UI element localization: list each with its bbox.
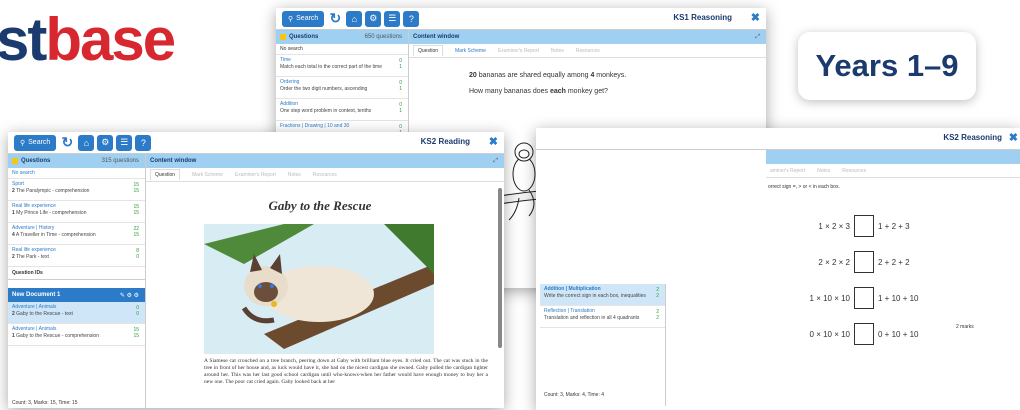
toolbar: ⚲ Search ↻ ⌂ ⚙ ☰ ? KS1 Reasoning ✖ (276, 8, 766, 30)
search-button[interactable]: ⚲ Search (282, 10, 325, 27)
close-icon[interactable]: ✖ (489, 135, 498, 148)
list-item[interactable]: Time Match each total to the correct part… (276, 55, 408, 77)
questions-header: Questions 315 questions (8, 154, 145, 168)
list-item[interactable]: Ordering Order the two digit numbers, asc… (276, 77, 408, 99)
list-item[interactable]: Real life experience 1 My Prince Life - c… (8, 201, 145, 223)
inequality-row: 0 × 10 × 10 0 + 10 + 10 (776, 316, 956, 352)
no-search-label: No search (8, 168, 145, 179)
questions-panel: Questions 315 questions No search Sport 2 … (8, 154, 146, 408)
document-footer: Count: 3, Marks: 4, Time: 4 (544, 392, 605, 398)
list-item[interactable]: Adventure | History 4 A Traveller in Time… (8, 223, 145, 245)
document-panel: Addition | Multiplication Write the corre… (540, 284, 666, 406)
search-icon: ⚲ (288, 15, 294, 23)
tab-resources[interactable]: Resources (313, 172, 337, 178)
folder-icon (280, 34, 286, 40)
home-icon[interactable]: ⌂ (346, 10, 363, 27)
search-button[interactable]: ⚲ Search (14, 134, 57, 151)
refresh-icon[interactable]: ↻ (327, 10, 343, 27)
tab-notes[interactable]: Notes (288, 172, 301, 178)
help-icon[interactable]: ? (135, 134, 152, 151)
instruction-text: orrect sign =, > or < in each box. (768, 184, 840, 190)
settings-icon[interactable]: ⚙ (365, 10, 382, 27)
content-header: Content window ⤢ (409, 30, 766, 44)
inequality-row: 2 × 2 × 22 + 2 + 2 (776, 244, 956, 280)
folder-icon (12, 158, 18, 164)
window-title: KS2 Reasoning (943, 133, 1002, 142)
marks-label: 2 marks (956, 324, 974, 330)
years-label: Years 1–9 (815, 48, 959, 83)
tab-mark-scheme[interactable]: Mark Scheme (192, 172, 223, 178)
inequalities-grid: 1 × 2 × 31 + 2 + 3 2 × 2 × 22 + 2 + 2 1 … (776, 208, 956, 352)
app-logo: stbase (0, 6, 176, 73)
story-text: A Siamese cat crouched on a tree branch,… (204, 358, 488, 385)
sign-input[interactable] (854, 287, 874, 309)
sign-input[interactable] (854, 323, 874, 345)
list-item[interactable]: Addition One step word problem in context… (276, 99, 408, 121)
document-header: New Document 1 ✎ ⚙ ⚙ (8, 288, 145, 302)
questions-header: Questions 650 questions (276, 30, 408, 44)
list-icon[interactable]: ☰ (116, 134, 133, 151)
document-footer: Count: 3, Marks: 15, Time: 15 (12, 400, 78, 406)
ks2-reasoning-window: KS2 Reasoning ✖ aminer's Report Notes Re… (536, 128, 1020, 410)
tab-examiners-report[interactable]: Examiner's Report (235, 172, 276, 178)
window-title: KS2 Reading (420, 137, 470, 146)
close-icon[interactable]: ✖ (751, 11, 760, 24)
tab-resources[interactable]: Resources (576, 48, 600, 54)
tab-examiners-report[interactable]: Examiner's Report (498, 48, 539, 54)
list-item[interactable]: Reflection | Translation Translation and … (540, 306, 665, 328)
help-icon[interactable]: ? (403, 10, 420, 27)
settings-icon[interactable]: ⚙ (97, 134, 114, 151)
ks2-reading-window: ⚲ Search ↻ ⌂ ⚙ ☰ ? KS2 Reading ✖ Question… (8, 132, 504, 408)
refresh-icon[interactable]: ↻ (59, 134, 75, 151)
tab-resources[interactable]: Resources (842, 168, 866, 174)
cat-illustration (204, 224, 434, 354)
list-item[interactable]: Addition | Multiplication Write the corre… (540, 284, 665, 306)
story-title: Gaby to the Rescue (268, 198, 372, 213)
inequality-row: 1 × 10 × 10 1 + 10 + 10 (776, 280, 956, 316)
years-badge: Years 1–9 (798, 32, 976, 100)
content-tabs: aminer's Report Notes Resources (766, 164, 1020, 178)
document-item[interactable]: Adventure | Animals 2 Gaby to the Rescue … (8, 302, 145, 324)
sign-input[interactable] (854, 251, 874, 273)
content-header: Content window ⤢ (146, 154, 504, 168)
content-header (766, 150, 1020, 164)
close-icon[interactable]: ✖ (1009, 131, 1018, 144)
list-icon[interactable]: ☰ (384, 10, 401, 27)
question-ids-label[interactable]: Question IDs (8, 267, 145, 280)
toolbar: ⚲ Search ↻ ⌂ ⚙ ☰ ? KS2 Reading ✖ (8, 132, 504, 154)
question-text-2: How many bananas does each monkey get? (469, 88, 608, 95)
content-tabs: Question Mark Scheme Examiner's Report N… (409, 44, 766, 58)
content-panel: Content window ⤢ Question Mark Scheme Exa… (146, 154, 504, 408)
document-item[interactable]: Adventure | Animals 1 Gaby to the Rescue … (8, 324, 145, 346)
home-icon[interactable]: ⌂ (78, 134, 95, 151)
no-search-label: No search (276, 44, 408, 55)
expand-icon[interactable]: ⤢ (493, 158, 498, 165)
tab-notes[interactable]: Notes (817, 168, 830, 174)
tab-question[interactable]: Question (413, 45, 444, 56)
toolbar: KS2 Reasoning ✖ (536, 128, 1020, 150)
sign-input[interactable] (854, 215, 874, 237)
list-item[interactable]: Real life experience 2 The Park - text 8 0 (8, 245, 145, 267)
expand-icon[interactable]: ⤢ (755, 34, 760, 41)
document-actions-icon[interactable]: ✎ ⚙ ⚙ (120, 292, 139, 299)
content-tabs: Question Mark Scheme Examiner's Report N… (146, 168, 504, 182)
tab-notes[interactable]: Notes (551, 48, 564, 54)
tab-mark-scheme[interactable]: Mark Scheme (455, 48, 486, 54)
list-item[interactable]: Sport 2 The Paralympic - comprehension 15 1… (8, 179, 145, 201)
inequality-row: 1 × 2 × 31 + 2 + 3 (776, 208, 956, 244)
tab-examiners-report[interactable]: aminer's Report (770, 168, 805, 174)
search-icon: ⚲ (20, 139, 26, 147)
tab-question[interactable]: Question (150, 169, 181, 180)
question-text-1: 20 bananas are shared equally among 4 mo… (469, 72, 627, 79)
window-title: KS1 Reasoning (673, 13, 732, 22)
scrollbar[interactable] (498, 188, 502, 348)
